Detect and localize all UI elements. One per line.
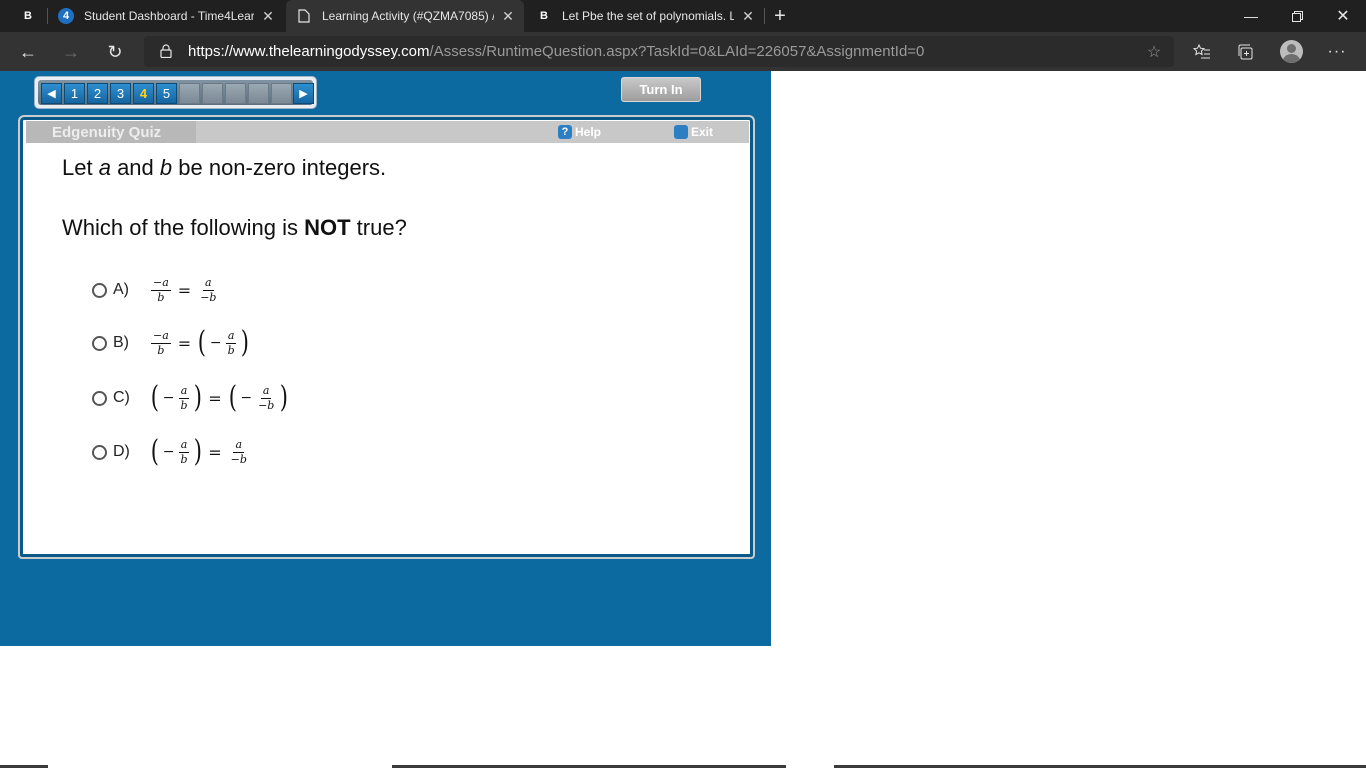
settings-more-button[interactable]: ···: [1321, 36, 1353, 68]
tab-learning-activity[interactable]: Learning Activity (#QZMA7085) / ✕: [286, 0, 524, 32]
close-tab-icon[interactable]: ✕: [740, 8, 756, 24]
question-4-button[interactable]: 4: [133, 83, 154, 104]
triangle-left-icon: ◀: [47, 88, 56, 100]
profile-avatar[interactable]: [1280, 40, 1303, 63]
question-card: Edgenuity Quiz ? Help Exit Let a and b b…: [18, 115, 755, 559]
forward-button[interactable]: →: [55, 36, 87, 68]
refresh-button[interactable]: ↻: [99, 36, 131, 68]
radio-button-a[interactable]: [92, 282, 107, 298]
refresh-icon: ↻: [107, 41, 123, 62]
triangle-right-icon: ▶: [299, 88, 308, 100]
url-text: https://www.thelearningodyssey.com/Asses…: [188, 43, 925, 60]
exit-label: Exit: [691, 125, 714, 139]
radio-button-b[interactable]: [92, 335, 107, 351]
address-bar-row: ← → ↻ https://www.thelearningodyssey.com…: [0, 32, 1366, 71]
close-tab-icon[interactable]: ✕: [500, 8, 516, 24]
close-tab-icon[interactable]: ✕: [260, 8, 276, 24]
restore-button[interactable]: [1274, 0, 1320, 32]
radio-button-d[interactable]: [92, 444, 107, 460]
next-question-button[interactable]: ▶: [293, 83, 314, 104]
previous-question-button[interactable]: ◀: [41, 83, 62, 104]
question-5-button[interactable]: 5: [156, 83, 177, 104]
favorite-star-icon[interactable]: ☆: [1138, 36, 1170, 68]
choice-c-expression: (− ab ) = (− a −b ): [150, 380, 289, 415]
turn-in-button[interactable]: Turn In: [621, 77, 701, 102]
choice-d-expression: (− ab ) = a −b: [150, 434, 247, 469]
radio-button-c[interactable]: [92, 390, 107, 406]
plus-icon: +: [774, 4, 786, 27]
tab-student-dashboard[interactable]: 4 Student Dashboard - Time4Learr ✕: [48, 0, 284, 32]
tab-title: Let Pbe the set of polynomials. L: [562, 9, 734, 23]
question-navigator: ◀ 1 2 3 4 5 ▶: [34, 76, 317, 109]
tab-separator: [764, 8, 765, 24]
more-icon: ···: [1327, 43, 1347, 60]
choice-letter: A): [113, 281, 129, 298]
arrow-left-icon: ←: [19, 41, 37, 62]
answer-choice-b[interactable]: B) −a b = (− ab ): [92, 323, 250, 363]
brainly-favicon-icon: B: [24, 10, 32, 22]
quiz-stage: ◀ 1 2 3 4 5 ▶ Turn In Edgenuity Quiz ? H…: [0, 71, 771, 646]
arrow-right-icon: →: [62, 41, 80, 62]
choice-b-expression: −a b = (− ab ): [151, 325, 249, 360]
question-prompt-line-1: Let a and b be non-zero integers.: [62, 155, 387, 180]
question-slot-empty: [202, 83, 223, 104]
help-button[interactable]: ? Help: [558, 124, 601, 140]
bottom-edge-bar: [0, 764, 1366, 768]
help-icon: ?: [558, 125, 572, 139]
question-slot-empty: [225, 83, 246, 104]
url-field[interactable]: https://www.thelearningodyssey.com/Asses…: [144, 36, 1174, 67]
close-window-button[interactable]: ✕: [1320, 0, 1366, 32]
tab-polynomials[interactable]: B Let Pbe the set of polynomials. L ✕: [526, 0, 764, 32]
question-1-button[interactable]: 1: [64, 83, 85, 104]
help-label: Help: [575, 125, 602, 139]
time4learning-favicon-icon: 4: [58, 8, 74, 24]
back-button[interactable]: ←: [12, 36, 44, 68]
question-3-button[interactable]: 3: [110, 83, 131, 104]
minimize-button[interactable]: —: [1228, 0, 1274, 32]
answer-choice-d[interactable]: D) (− ab ) = a −b: [92, 432, 251, 472]
choice-a-expression: −a b = a −b: [151, 275, 217, 304]
browser-tab-bar: B 4 Student Dashboard - Time4Learr ✕ Lea…: [0, 0, 1366, 32]
choice-letter: C): [113, 389, 130, 406]
close-icon: ✕: [1336, 8, 1350, 25]
choice-letter: B): [113, 334, 129, 351]
question-slot-empty: [179, 83, 200, 104]
question-navigator-track: ◀ 1 2 3 4 5 ▶: [38, 80, 314, 105]
favorites-icon[interactable]: [1186, 36, 1218, 68]
lock-icon: [160, 44, 172, 58]
answer-choice-c[interactable]: C) (− ab ) = (− a −b ): [92, 378, 290, 418]
new-tab-button[interactable]: +: [766, 0, 794, 32]
exit-icon: [674, 125, 688, 139]
exit-button[interactable]: Exit: [674, 124, 713, 140]
tab-title: Learning Activity (#QZMA7085) /: [322, 9, 494, 23]
choice-letter: D): [113, 443, 130, 460]
question-prompt-line-2: Which of the following is NOT true?: [62, 215, 407, 240]
tab-pinned-b[interactable]: B: [10, 0, 46, 32]
answer-choice-a[interactable]: A) −a b = a −b: [92, 270, 220, 310]
quiz-title: Edgenuity Quiz: [26, 121, 196, 143]
question-slot-empty: [248, 83, 269, 104]
quiz-header: Edgenuity Quiz ? Help Exit: [26, 121, 749, 143]
question-2-button[interactable]: 2: [87, 83, 108, 104]
restore-icon: [1291, 10, 1303, 22]
tab-title: Student Dashboard - Time4Learr: [84, 9, 254, 23]
collections-icon[interactable]: [1230, 36, 1262, 68]
question-slot-empty: [271, 83, 292, 104]
page-icon: [296, 8, 312, 24]
brainly-favicon-icon: B: [540, 10, 548, 22]
minimize-icon: —: [1244, 8, 1258, 24]
